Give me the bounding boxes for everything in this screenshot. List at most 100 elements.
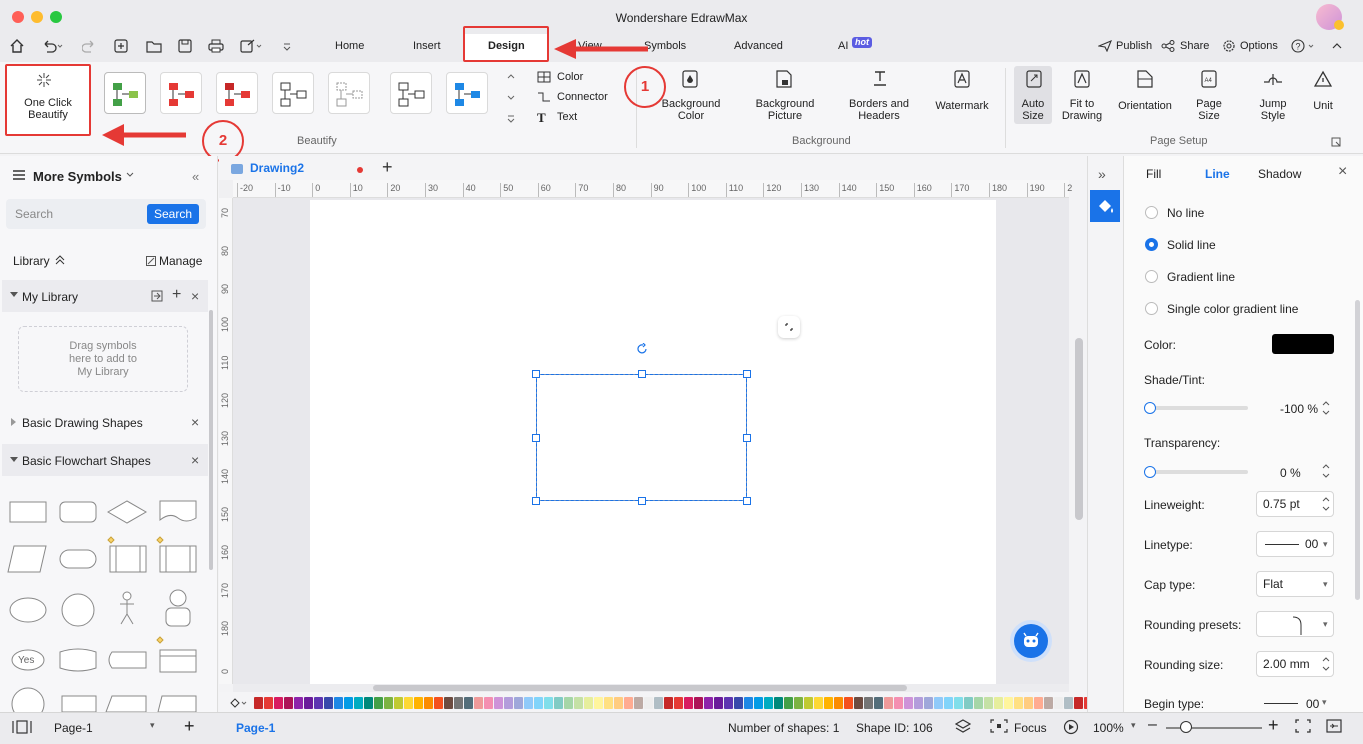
- background-color-button[interactable]: Background: [658, 98, 724, 110]
- import-icon[interactable]: [151, 290, 163, 302]
- fill-bucket-icon[interactable]: [229, 697, 247, 709]
- color-swatch[interactable]: [404, 697, 413, 709]
- style-thumb-4[interactable]: [272, 72, 314, 114]
- rotate-handle-icon[interactable]: [636, 343, 648, 355]
- resize-handle[interactable]: [743, 497, 751, 505]
- color-swatch[interactable]: [764, 697, 773, 709]
- color-swatch[interactable]: [1054, 697, 1063, 709]
- color-swatch[interactable]: [464, 697, 473, 709]
- expand-panel-icon[interactable]: »: [1098, 166, 1106, 182]
- color-swatch[interactable]: [964, 697, 973, 709]
- text-button[interactable]: Text: [557, 111, 577, 123]
- close-icon[interactable]: ×: [191, 414, 199, 430]
- color-swatch[interactable]: [414, 697, 423, 709]
- color-swatch[interactable]: [674, 697, 683, 709]
- color-swatch[interactable]: [714, 697, 723, 709]
- color-swatch[interactable]: [374, 697, 383, 709]
- selected-rectangle-shape[interactable]: [536, 374, 747, 501]
- search-button[interactable]: Search: [147, 204, 199, 224]
- transparency-value[interactable]: 0 %: [1280, 466, 1301, 480]
- style-thumb-5[interactable]: [328, 72, 370, 114]
- color-swatch[interactable]: [394, 697, 403, 709]
- color-swatch[interactable]: [884, 697, 893, 709]
- connector-button[interactable]: Connector: [557, 91, 608, 103]
- resize-handle[interactable]: [638, 497, 646, 505]
- zoom-in-icon[interactable]: +: [1268, 715, 1279, 736]
- style-thumb-3[interactable]: [216, 72, 258, 114]
- color-swatch[interactable]: [694, 697, 703, 709]
- options-button[interactable]: Options: [1240, 40, 1278, 52]
- menu-insert[interactable]: Insert: [413, 40, 441, 52]
- panel-scrollbar[interactable]: [209, 310, 213, 570]
- color-swatch[interactable]: [894, 697, 903, 709]
- color-swatch[interactable]: [634, 697, 643, 709]
- color-swatch[interactable]: [804, 697, 813, 709]
- color-swatch[interactable]: [494, 697, 503, 709]
- borders-headers-button[interactable]: Borders and: [844, 98, 914, 110]
- horizontal-scrollbar[interactable]: [373, 685, 907, 691]
- color-swatch[interactable]: [864, 697, 873, 709]
- color-swatch[interactable]: [294, 697, 303, 709]
- undo-icon[interactable]: [42, 39, 64, 53]
- style-thumb-1[interactable]: [104, 72, 146, 114]
- color-swatch[interactable]: [984, 697, 993, 709]
- color-swatch[interactable]: [824, 697, 833, 709]
- shade-slider-thumb[interactable]: [1144, 402, 1156, 414]
- color-swatches[interactable]: [254, 697, 1093, 709]
- ai-assistant-button[interactable]: [1014, 624, 1048, 658]
- vertical-scrollbar[interactable]: [1075, 338, 1083, 520]
- color-swatch[interactable]: [944, 697, 953, 709]
- color-swatch[interactable]: [424, 697, 433, 709]
- page-setup-launcher-icon[interactable]: [1331, 137, 1341, 147]
- color-swatch[interactable]: [954, 697, 963, 709]
- document-tab[interactable]: Drawing2: [250, 161, 304, 175]
- home-icon[interactable]: [10, 39, 24, 53]
- stepper-icon[interactable]: [1322, 656, 1330, 672]
- color-swatch[interactable]: [654, 697, 663, 709]
- color-swatch[interactable]: [934, 697, 943, 709]
- open-folder-icon[interactable]: [146, 39, 162, 53]
- color-swatch[interactable]: [624, 697, 633, 709]
- color-button[interactable]: Color: [557, 71, 583, 83]
- color-swatch[interactable]: [504, 697, 513, 709]
- color-swatch[interactable]: [384, 697, 393, 709]
- new-file-icon[interactable]: [114, 39, 128, 53]
- color-swatch[interactable]: [854, 697, 863, 709]
- solid-line-radio[interactable]: [1145, 238, 1158, 251]
- auto-size-button[interactable]: Auto: [1014, 98, 1052, 110]
- color-swatch[interactable]: [784, 697, 793, 709]
- color-swatch[interactable]: [344, 697, 353, 709]
- style-thumb-6[interactable]: [390, 72, 432, 114]
- color-swatch[interactable]: [734, 697, 743, 709]
- color-swatch[interactable]: [534, 697, 543, 709]
- shade-slider[interactable]: [1146, 406, 1248, 410]
- fullscreen-icon[interactable]: [1326, 719, 1342, 733]
- color-swatch[interactable]: [254, 697, 263, 709]
- begin-type-value[interactable]: 00: [1306, 697, 1319, 711]
- color-swatch[interactable]: [724, 697, 733, 709]
- fit-page-icon[interactable]: [1295, 719, 1311, 733]
- panel-scrollbar[interactable]: [1355, 300, 1360, 600]
- color-swatch[interactable]: [324, 697, 333, 709]
- color-swatch[interactable]: [1024, 697, 1033, 709]
- line-color-swatch[interactable]: [1272, 334, 1334, 354]
- transparency-slider-thumb[interactable]: [1144, 466, 1156, 478]
- stepper-icon[interactable]: [1322, 400, 1330, 416]
- color-swatch[interactable]: [914, 697, 923, 709]
- shade-value[interactable]: -100 %: [1280, 402, 1318, 416]
- color-swatch[interactable]: [614, 697, 623, 709]
- no-line-radio[interactable]: [1145, 206, 1158, 219]
- color-swatch[interactable]: [594, 697, 603, 709]
- gradient-line-radio[interactable]: [1145, 270, 1158, 283]
- focus-button[interactable]: Focus: [1014, 721, 1047, 735]
- color-swatch[interactable]: [334, 697, 343, 709]
- tab-line[interactable]: Line: [1205, 167, 1230, 181]
- publish-button[interactable]: Publish: [1116, 40, 1152, 52]
- close-icon[interactable]: ×: [191, 288, 199, 304]
- manage-button[interactable]: Manage: [159, 254, 202, 268]
- fit-to-drawing-button[interactable]: Fit to: [1058, 98, 1106, 110]
- page-list-icon[interactable]: [12, 720, 32, 734]
- color-swatch[interactable]: [794, 697, 803, 709]
- color-swatch[interactable]: [434, 697, 443, 709]
- floating-toolbar-button[interactable]: [778, 316, 800, 338]
